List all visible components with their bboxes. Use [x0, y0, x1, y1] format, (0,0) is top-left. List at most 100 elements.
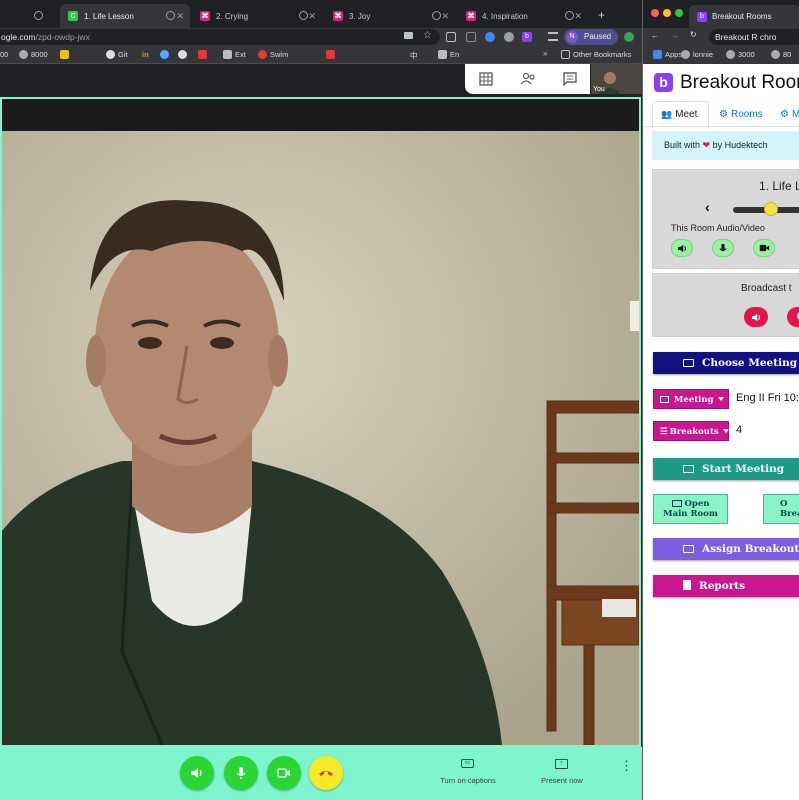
- profile-paused-chip[interactable]: N Paused: [564, 29, 618, 45]
- sync-status-icon[interactable]: [624, 32, 634, 42]
- app-title: Breakout Room: [680, 72, 799, 93]
- bookmark-item[interactable]: [198, 50, 210, 59]
- paper-on-chair: [602, 599, 636, 617]
- leave-call-button[interactable]: [309, 756, 343, 790]
- other-bookmarks-folder[interactable]: Other Bookmarks: [561, 50, 631, 59]
- app-logo: b: [654, 73, 673, 92]
- grid-icon[interactable]: [478, 72, 493, 86]
- broadcast-microphone-button[interactable]: [787, 307, 799, 327]
- back-arrow-icon[interactable]: ←: [651, 31, 659, 40]
- breakouts-dropdown-button[interactable]: ☰ Breakouts: [653, 421, 729, 441]
- breakouts-value: 4: [736, 424, 743, 436]
- bookmark-item[interactable]: [326, 50, 338, 59]
- extension-icon[interactable]: [446, 32, 456, 42]
- tab-meet[interactable]: 👥 Meet: [652, 101, 709, 127]
- bookmarks-bar: 00 8000 Git in Ext Swim 中 En » Other Boo…: [0, 46, 642, 64]
- bookmark-item[interactable]: 80: [771, 50, 791, 59]
- bookmark-star-icon[interactable]: ☆: [423, 30, 432, 41]
- zoom-window-icon[interactable]: [675, 9, 683, 17]
- camera-in-use-icon[interactable]: [404, 32, 413, 39]
- browser-tab-breakout-rooms[interactable]: b Breakout Rooms: [689, 5, 799, 28]
- speaker-button[interactable]: [180, 756, 214, 790]
- chalkboard-icon: [660, 396, 669, 403]
- room-speaker-button[interactable]: [671, 239, 693, 257]
- browser-tab-crying[interactable]: ⌘ 2. Crying ✕: [192, 4, 322, 28]
- bookmark-favicon: [438, 50, 447, 59]
- tab-divider: [643, 126, 799, 127]
- broadcast-speaker-button[interactable]: [744, 307, 768, 327]
- assign-breakouts-button[interactable]: Assign Breakouts: [653, 538, 799, 560]
- room-slider-thumb[interactable]: [764, 202, 778, 216]
- bookmark-item[interactable]: Git: [106, 50, 128, 59]
- previous-room-chevron-icon[interactable]: ‹: [705, 199, 710, 215]
- meet-control-bar: cc Turn on captions ↑ Present now ⋮: [0, 747, 642, 800]
- heart-icon: ❤: [702, 140, 711, 150]
- camera-button[interactable]: [267, 756, 301, 790]
- reload-icon[interactable]: ↻: [690, 30, 697, 39]
- new-tab-button[interactable]: +: [598, 8, 605, 22]
- browser-tab-life-lesson[interactable]: C 1. Life Lesson ✕: [60, 4, 190, 28]
- url-field[interactable]: ogle.com/zpd-owdp-jwx: [0, 29, 440, 45]
- caret-down-icon: [722, 429, 729, 433]
- self-label: You: [593, 86, 605, 93]
- more-bookmarks-chevron-icon[interactable]: »: [543, 49, 547, 58]
- bookmark-item[interactable]: [178, 50, 190, 59]
- browser-tab-joy[interactable]: ⌘ 3. Joy ✕: [325, 4, 455, 28]
- self-view-tile[interactable]: You: [591, 64, 642, 94]
- microphone-button[interactable]: [224, 756, 258, 790]
- apps-bookmark[interactable]: Apps: [653, 50, 682, 59]
- open-main-room-button[interactable]: Open Main Room: [653, 494, 728, 524]
- close-tab-icon[interactable]: ✕: [176, 11, 184, 22]
- chat-icon[interactable]: [562, 72, 577, 86]
- close-tab-icon[interactable]: ✕: [441, 11, 449, 22]
- profile-status: Paused: [584, 32, 612, 41]
- more-options-icon[interactable]: ⋮: [620, 759, 633, 772]
- bookmark-item[interactable]: 中: [410, 50, 418, 61]
- github-icon: [106, 50, 115, 59]
- bookmark-item[interactable]: [60, 50, 72, 59]
- captions-button[interactable]: cc Turn on captions: [438, 757, 498, 793]
- breakout-extension-icon[interactable]: b: [522, 32, 532, 42]
- open-breakouts-button[interactable]: O Brea: [763, 494, 799, 524]
- bookmark-favicon: [326, 50, 335, 59]
- bookmark-item[interactable]: [160, 50, 172, 59]
- audio-playing-icon: [299, 11, 308, 20]
- minimize-window-icon[interactable]: [663, 9, 671, 17]
- people-icon[interactable]: [520, 72, 536, 86]
- start-meeting-button[interactable]: Start Meeting: [653, 458, 799, 480]
- microphone-icon: [236, 767, 246, 779]
- choose-meeting-button[interactable]: Choose Meeting an: [653, 352, 799, 374]
- bookmark-item[interactable]: Ext: [223, 50, 246, 59]
- breakout-favicon: b: [697, 11, 707, 22]
- room-microphone-button[interactable]: [712, 239, 734, 257]
- bookmark-item[interactable]: lonnie: [681, 50, 713, 59]
- close-tab-icon[interactable]: ✕: [308, 11, 316, 22]
- audio-playing-icon: [166, 11, 175, 20]
- cursor-extension-icon[interactable]: [504, 32, 514, 42]
- close-window-icon[interactable]: [651, 9, 659, 17]
- bookmark-item[interactable]: En: [438, 50, 459, 59]
- caret-down-icon: [717, 397, 724, 401]
- media-control-icon[interactable]: [548, 32, 558, 41]
- right-url-field[interactable]: Breakout R chro: [709, 29, 799, 45]
- reports-button[interactable]: Reports: [653, 575, 799, 597]
- close-tab-icon[interactable]: ✕: [574, 11, 582, 22]
- bookmark-item[interactable]: 8000: [19, 50, 48, 59]
- app-header: b Breakout Room: [643, 64, 799, 100]
- forward-arrow-icon[interactable]: →: [671, 31, 679, 40]
- video-letterbox: [2, 99, 639, 131]
- grid-extension-icon[interactable]: [466, 32, 476, 42]
- browser-tab-inspiration[interactable]: ⌘ 4. Inspiration ✕: [458, 4, 588, 28]
- right-bookmarks-bar: Apps lonnie 3000 80: [643, 46, 799, 64]
- bookmark-item[interactable]: 00: [0, 50, 8, 59]
- room-camera-button[interactable]: [753, 239, 775, 257]
- present-now-button[interactable]: ↑ Present now: [536, 757, 588, 793]
- apps-grid-icon: [653, 50, 662, 59]
- bookmark-item[interactable]: 3000: [726, 50, 755, 59]
- bookmark-item[interactable]: Swim: [258, 50, 288, 59]
- tab-rooms[interactable]: ⚙ Rooms: [719, 101, 763, 127]
- tab-more[interactable]: ⚙M: [780, 101, 799, 127]
- meeting-dropdown-button[interactable]: Meeting: [653, 389, 729, 409]
- bookmark-item[interactable]: in: [142, 50, 149, 59]
- chat-extension-icon[interactable]: [485, 32, 495, 42]
